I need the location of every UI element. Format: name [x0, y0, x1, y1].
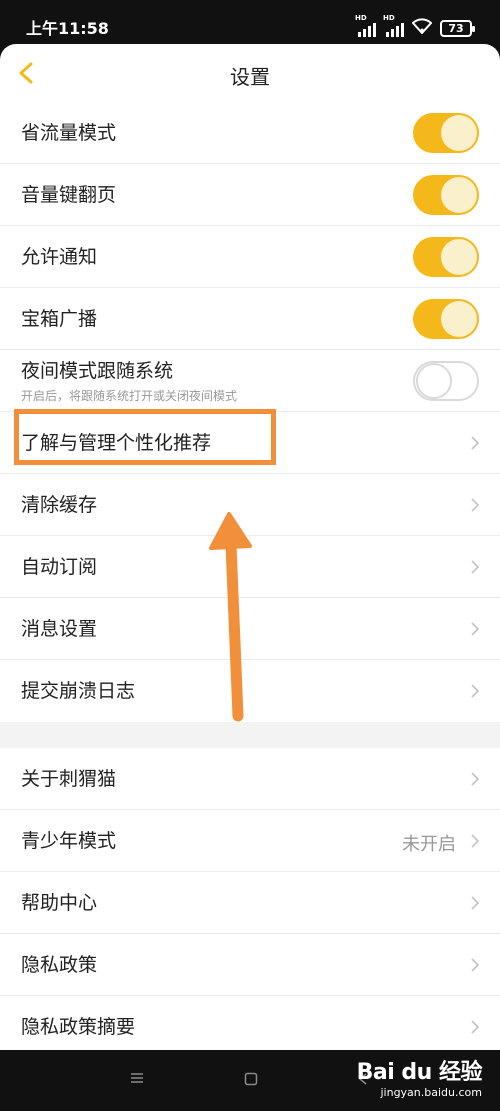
row-subtitle: 开启后，将跟随系统打开或关闭夜间模式 — [21, 389, 238, 403]
toggle-switch[interactable] — [413, 113, 479, 153]
row-label: 清除缓存 — [21, 494, 98, 516]
chevron-right-icon — [470, 1020, 480, 1034]
toggle-switch[interactable] — [413, 175, 479, 215]
watermark-url: jingyan.baidu.com — [380, 1086, 482, 1099]
row-label: 隐私政策 — [21, 954, 98, 976]
settings-list: 省流量模式音量键翻页允许通知宝箱广播夜间模式跟随系统开启后，将跟随系统打开或关闭… — [0, 102, 500, 722]
wifi-icon — [411, 18, 433, 38]
menu-nav-button[interactable] — [130, 1072, 144, 1088]
settings-row[interactable]: 帮助中心 — [0, 872, 500, 934]
baidu-jingyan-watermark: Bai du 经验 jingyan.baidu.com — [356, 1060, 483, 1100]
status-icons: HD HD 73 — [355, 14, 475, 38]
settings-page: 设置 省流量模式音量键翻页允许通知宝箱广播夜间模式跟随系统开启后，将跟随系统打开… — [0, 44, 500, 1050]
row-label: 省流量模式 — [21, 122, 117, 144]
row-label: 允许通知 — [21, 246, 98, 268]
row-label: 宝箱广播 — [21, 308, 98, 330]
toggle-switch[interactable] — [413, 361, 479, 401]
settings-row[interactable]: 了解与管理个性化推荐 — [0, 412, 500, 474]
row-label: 音量键翻页 — [21, 184, 117, 206]
settings-row[interactable]: 宝箱广播 — [0, 288, 500, 350]
settings-row[interactable]: 消息设置 — [0, 598, 500, 660]
home-icon — [244, 1072, 258, 1086]
chevron-right-icon — [470, 560, 480, 574]
row-label: 提交崩溃日志 — [21, 680, 136, 702]
chevron-right-icon — [470, 436, 480, 450]
settings-row[interactable]: 隐私政策 — [0, 934, 500, 996]
toggle-switch[interactable] — [413, 237, 479, 277]
settings-row[interactable]: 关于刺猬猫 — [0, 748, 500, 810]
settings-row[interactable]: 省流量模式 — [0, 102, 500, 164]
chevron-right-icon — [470, 684, 480, 698]
section-divider — [0, 722, 500, 748]
settings-row[interactable]: 清除缓存 — [0, 474, 500, 536]
row-label: 隐私政策摘要 — [21, 1016, 136, 1038]
toggle-knob — [416, 363, 452, 399]
row-value: 未开启 — [402, 834, 456, 855]
settings-row[interactable]: 隐私政策摘要 — [0, 996, 500, 1050]
row-label: 自动订阅 — [21, 556, 98, 578]
settings-row[interactable]: 夜间模式跟随系统开启后，将跟随系统打开或关闭夜间模式 — [0, 350, 500, 412]
settings-row[interactable]: 音量键翻页 — [0, 164, 500, 226]
battery-icon: 73 — [440, 19, 475, 37]
chevron-right-icon — [470, 958, 480, 972]
chevron-right-icon — [470, 896, 480, 910]
header: 设置 — [0, 44, 500, 102]
signal-icon: HD — [383, 14, 404, 37]
chevron-right-icon — [470, 834, 480, 848]
watermark-logo: Bai du 经验 — [356, 1060, 483, 1085]
chevron-right-icon — [470, 622, 480, 636]
row-label: 帮助中心 — [21, 892, 98, 914]
status-bar: 上午11:58 HD HD 73 — [0, 0, 500, 44]
settings-row[interactable]: 青少年模式 未开启 — [0, 810, 500, 872]
signal-icon: HD — [355, 14, 376, 37]
toggle-knob — [441, 301, 477, 337]
settings-row[interactable]: 提交崩溃日志 — [0, 660, 500, 722]
toggle-switch[interactable] — [413, 299, 479, 339]
hd-label: HD — [383, 14, 395, 22]
toggle-knob — [441, 115, 477, 151]
chevron-right-icon — [470, 772, 480, 786]
home-nav-button[interactable] — [244, 1072, 258, 1090]
row-label: 青少年模式 — [21, 830, 117, 852]
settings-row[interactable]: 自动订阅 — [0, 536, 500, 598]
chevron-right-icon — [470, 498, 480, 512]
about-list: 关于刺猬猫青少年模式 未开启帮助中心隐私政策隐私政策摘要 — [0, 748, 500, 1050]
toggle-knob — [441, 177, 477, 213]
row-label: 夜间模式跟随系统 — [21, 360, 174, 382]
row-label: 关于刺猬猫 — [21, 768, 117, 790]
settings-row[interactable]: 允许通知 — [0, 226, 500, 288]
row-label: 了解与管理个性化推荐 — [21, 432, 212, 454]
page-title: 设置 — [230, 65, 270, 89]
toggle-knob — [441, 239, 477, 275]
row-label: 消息设置 — [21, 618, 98, 640]
status-time: 上午11:58 — [26, 19, 109, 38]
menu-icon — [131, 1073, 143, 1083]
hd-label: HD — [355, 14, 367, 22]
